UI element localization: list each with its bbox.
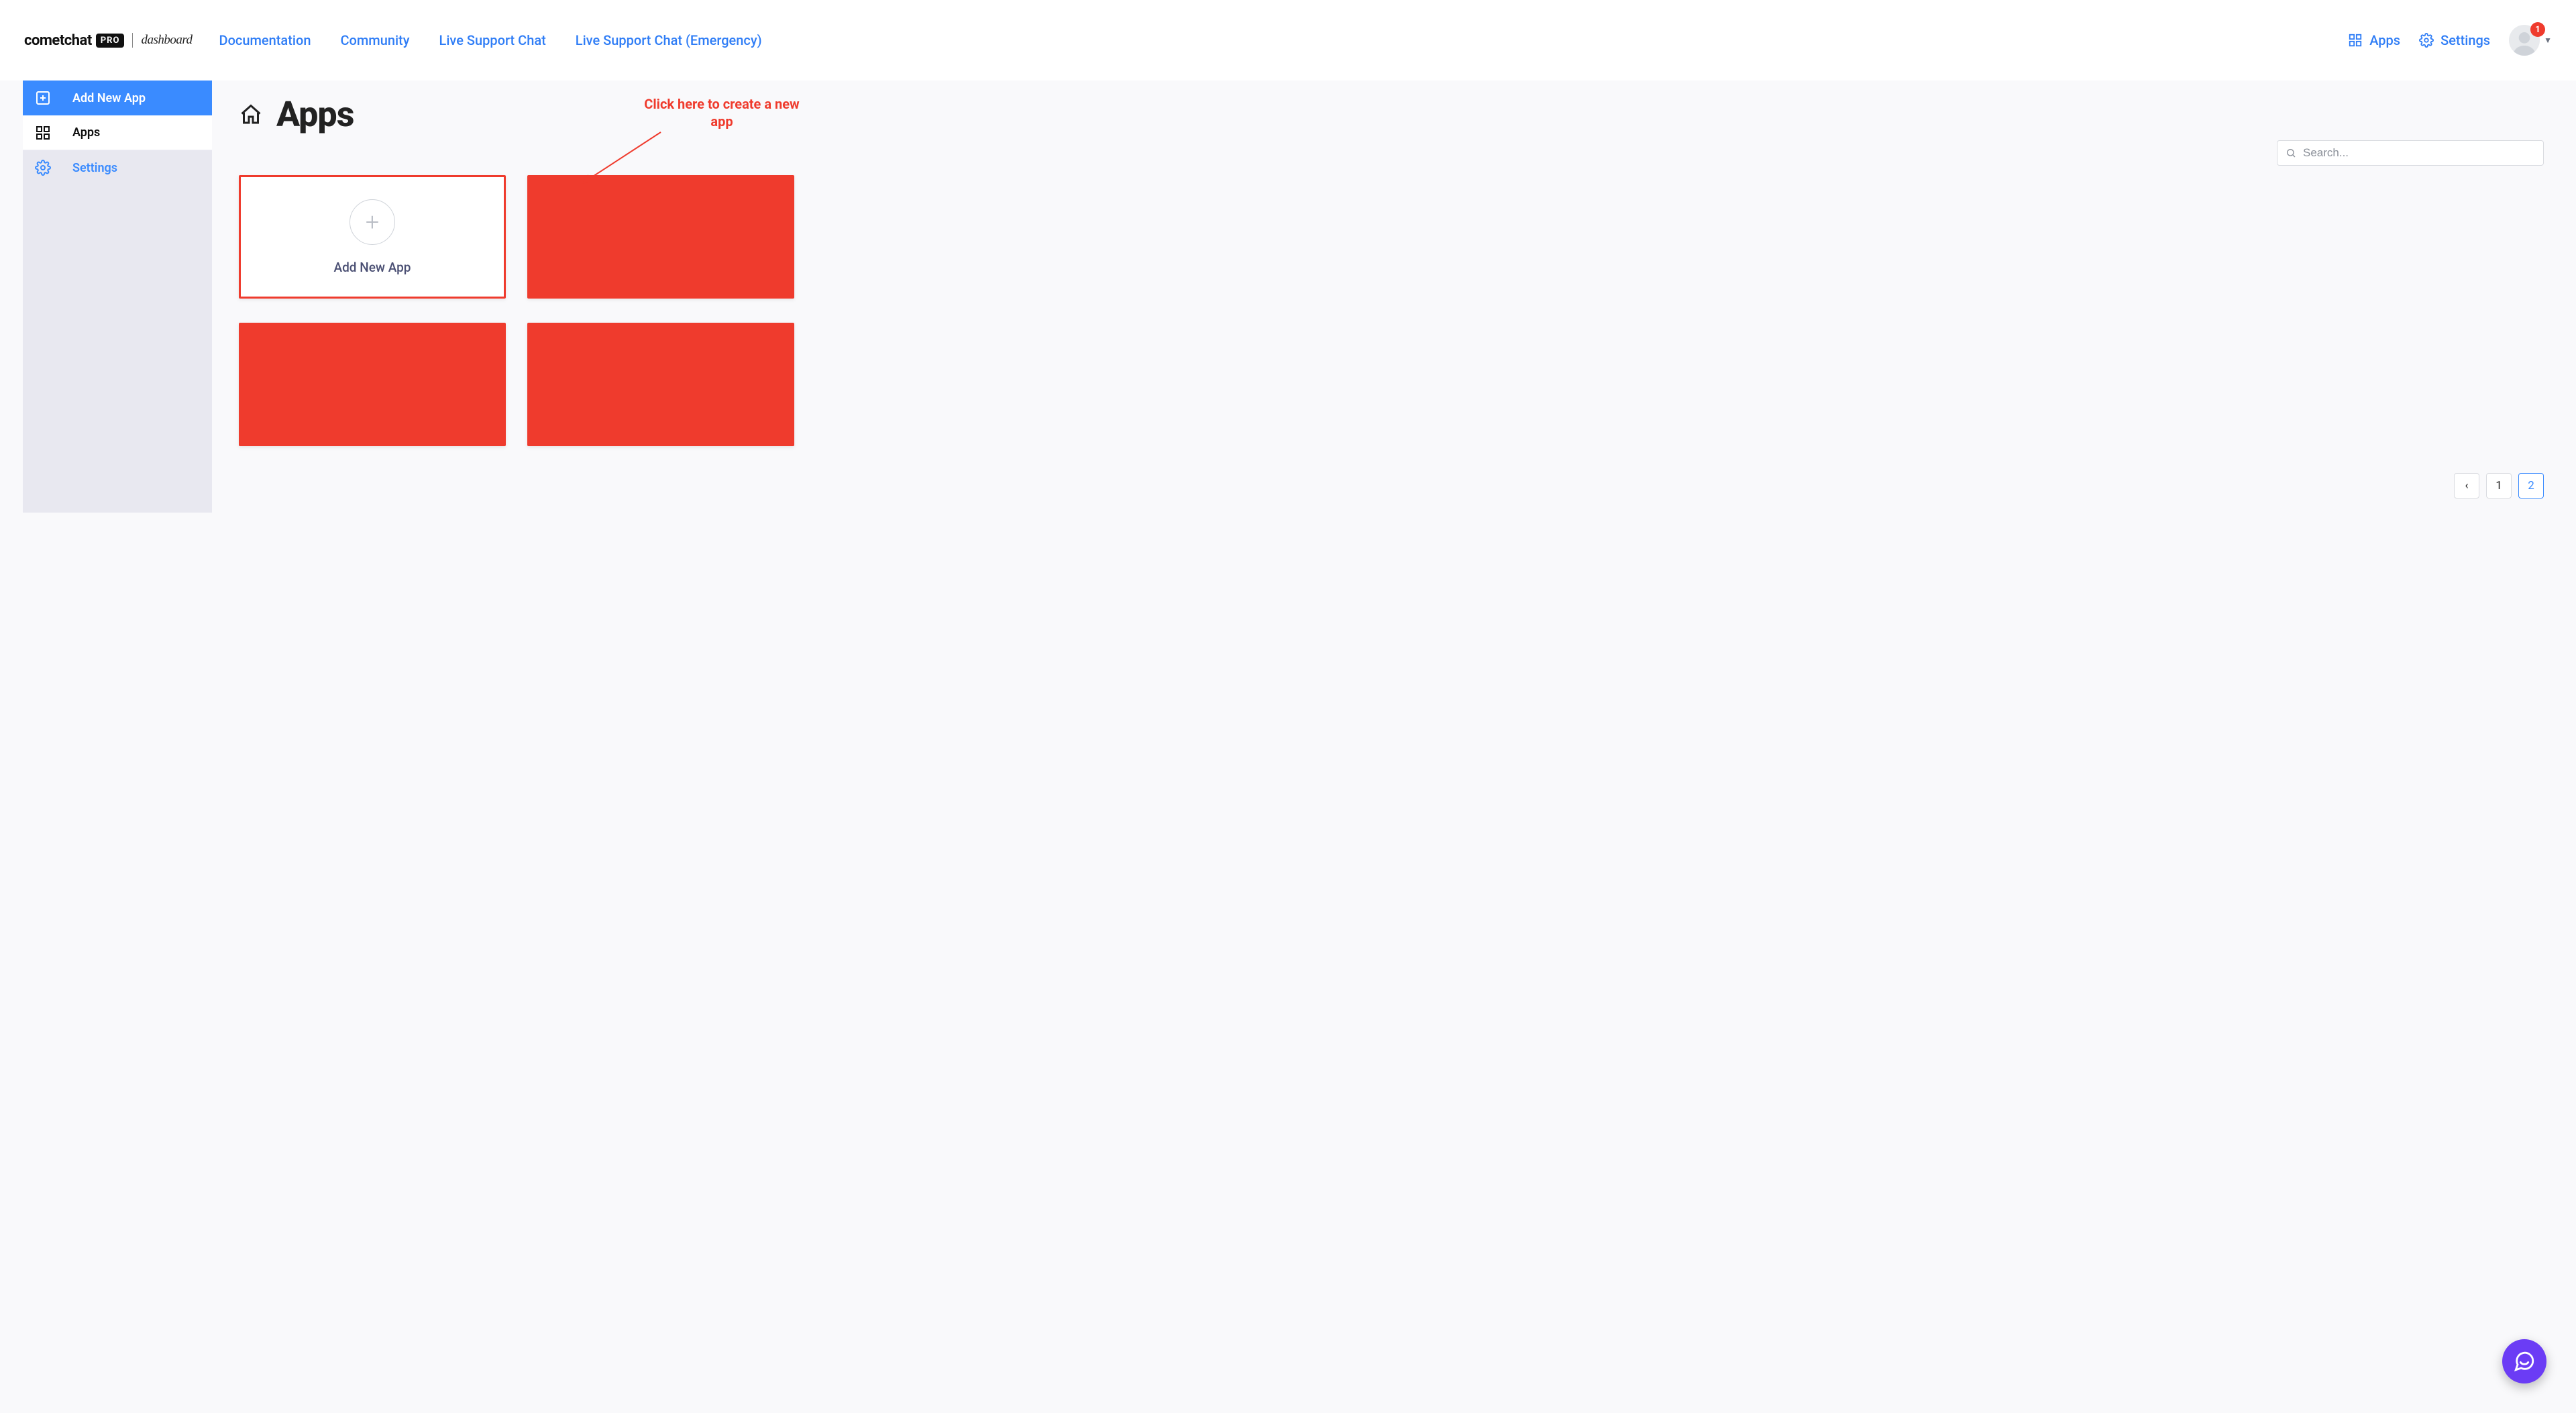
home-icon: [239, 103, 263, 127]
app-cards-grid: + Add New App: [239, 175, 2544, 446]
plus-square-icon: [35, 90, 51, 106]
brand-logo: cometchat PRO dashboard: [24, 32, 193, 49]
sidebar-apps-label: Apps: [72, 125, 100, 140]
header-apps-label: Apps: [2369, 32, 2400, 48]
search-icon: [2286, 148, 2296, 158]
sidebar-add-label: Add New App: [72, 91, 146, 105]
header-bar: cometchat PRO dashboard Documentation Co…: [0, 0, 2576, 81]
brand-name: cometchat: [24, 32, 92, 49]
search-input[interactable]: [2303, 146, 2535, 160]
brand-separator: [132, 33, 133, 48]
app-card-redacted[interactable]: [527, 175, 794, 299]
user-menu[interactable]: 1 ▼: [2509, 25, 2552, 56]
sidebar: Add New App Apps Settings: [23, 81, 212, 513]
sidebar-add-new-app[interactable]: Add New App: [23, 81, 212, 115]
header-settings-link[interactable]: Settings: [2419, 32, 2490, 48]
gear-icon: [35, 160, 51, 176]
apps-grid-icon: [35, 125, 51, 141]
chevron-down-icon: ▼: [2544, 36, 2552, 45]
nav-documentation[interactable]: Documentation: [219, 32, 311, 48]
sidebar-gutter: [23, 185, 60, 513]
notification-badge: 1: [2530, 22, 2545, 37]
pro-badge: PRO: [96, 34, 125, 48]
nav-live-support-emergency[interactable]: Live Support Chat (Emergency): [576, 32, 762, 48]
annotation-text: Click here to create a new app: [644, 96, 799, 129]
header-right: Apps Settings 1 ▼: [2348, 25, 2552, 56]
brand-suffix: dashboard: [141, 33, 192, 48]
apps-grid-icon: [2348, 33, 2363, 48]
pagination-page-1[interactable]: 1: [2486, 473, 2512, 499]
nav-community[interactable]: Community: [340, 32, 409, 48]
annotation-callout: Click here to create a new app: [635, 95, 809, 130]
add-card-label: Add New App: [333, 260, 411, 275]
chat-fab[interactable]: [2502, 1339, 2546, 1383]
add-new-app-card[interactable]: + Add New App: [239, 175, 506, 299]
header-settings-label: Settings: [2440, 32, 2490, 48]
pagination-prev[interactable]: ‹: [2454, 473, 2479, 499]
chat-icon: [2513, 1350, 2536, 1373]
header-apps-link[interactable]: Apps: [2348, 32, 2400, 48]
sidebar-item-apps[interactable]: Apps: [23, 115, 212, 150]
plus-circle-icon: +: [350, 199, 395, 245]
sidebar-settings-label: Settings: [72, 161, 117, 175]
main-content: Apps Click here to create a new app: [212, 81, 2576, 525]
gear-icon: [2419, 33, 2434, 48]
search-box[interactable]: [2277, 140, 2544, 166]
app-card-redacted[interactable]: [527, 323, 794, 446]
top-nav: Documentation Community Live Support Cha…: [219, 32, 762, 48]
sidebar-item-settings[interactable]: Settings: [23, 150, 212, 185]
pagination-page-2[interactable]: 2: [2518, 473, 2544, 499]
pagination: ‹ 1 2: [239, 473, 2544, 499]
annotation-arrow-icon: [577, 129, 664, 189]
app-card-redacted[interactable]: [239, 323, 506, 446]
page-title: Apps: [276, 94, 354, 135]
nav-live-support[interactable]: Live Support Chat: [439, 32, 546, 48]
